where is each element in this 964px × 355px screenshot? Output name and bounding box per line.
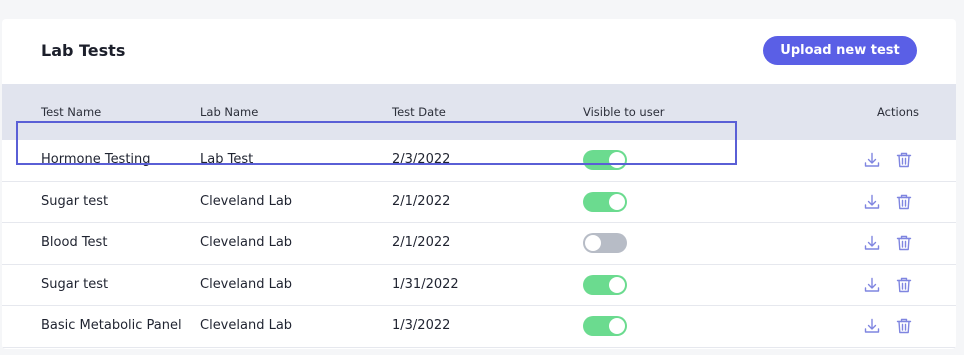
test-name-cell: Blood Test bbox=[41, 235, 108, 250]
table-header: Test Name Lab Name Test Date Visible to … bbox=[2, 84, 956, 140]
toggle-knob bbox=[609, 152, 625, 168]
lab-name-cell: Cleveland Lab bbox=[200, 318, 293, 333]
lab-tests-card: Lab Tests Upload new test Test Name Lab … bbox=[2, 19, 956, 349]
table-row[interactable]: Sugar test Cleveland Lab 1/31/2022 bbox=[2, 265, 956, 306]
test-date-cell: 2/1/2022 bbox=[392, 235, 451, 250]
page-title: Lab Tests bbox=[41, 41, 126, 60]
trash-icon[interactable] bbox=[895, 151, 913, 169]
test-date-cell: 1/31/2022 bbox=[392, 276, 459, 292]
visible-toggle[interactable] bbox=[583, 316, 627, 336]
toggle-knob bbox=[609, 193, 625, 210]
lab-name-cell: Cleveland Lab bbox=[200, 193, 293, 209]
column-header-lab-name: Lab Name bbox=[200, 105, 259, 119]
column-header-visible: Visible to user bbox=[583, 105, 665, 119]
download-icon[interactable] bbox=[863, 193, 881, 211]
test-name-cell: Basic Metabolic Panel bbox=[41, 318, 182, 333]
upload-new-test-button[interactable]: Upload new test bbox=[763, 36, 917, 65]
column-header-test-date: Test Date bbox=[392, 105, 446, 119]
test-date-cell: 2/3/2022 bbox=[392, 152, 451, 167]
column-header-test-name: Test Name bbox=[41, 105, 102, 119]
test-date-cell: 1/3/2022 bbox=[392, 318, 451, 333]
toggle-knob bbox=[585, 235, 601, 251]
table-row[interactable]: Blood Test Cleveland Lab 2/1/2022 bbox=[2, 223, 956, 265]
table-row[interactable]: Hormone Testing Lab Test 2/3/2022 bbox=[2, 140, 956, 182]
test-name-cell: Sugar test bbox=[41, 193, 109, 209]
test-name-cell: Sugar test bbox=[41, 276, 109, 292]
download-icon[interactable] bbox=[863, 317, 881, 335]
lab-name-cell: Cleveland Lab bbox=[200, 235, 293, 250]
visible-toggle[interactable] bbox=[583, 274, 627, 295]
trash-icon[interactable] bbox=[895, 276, 913, 294]
test-name-cell: Hormone Testing bbox=[41, 152, 151, 167]
card-header: Lab Tests Upload new test bbox=[2, 19, 956, 84]
visible-toggle[interactable] bbox=[583, 191, 627, 212]
download-icon[interactable] bbox=[863, 151, 881, 169]
lab-name-cell: Lab Test bbox=[200, 152, 254, 167]
toggle-knob bbox=[609, 318, 625, 334]
trash-icon[interactable] bbox=[895, 193, 913, 211]
trash-icon[interactable] bbox=[895, 317, 913, 335]
trash-icon[interactable] bbox=[895, 234, 913, 252]
download-icon[interactable] bbox=[863, 234, 881, 252]
visible-toggle[interactable] bbox=[583, 233, 627, 253]
test-date-cell: 2/1/2022 bbox=[392, 193, 451, 209]
lab-name-cell: Cleveland Lab bbox=[200, 276, 293, 292]
toggle-knob bbox=[609, 276, 625, 293]
column-header-actions: Actions bbox=[877, 105, 920, 119]
table-row[interactable]: Sugar test Cleveland Lab 2/1/2022 bbox=[2, 182, 956, 223]
download-icon[interactable] bbox=[863, 276, 881, 294]
table-row[interactable]: Basic Metabolic Panel Cleveland Lab 1/3/… bbox=[2, 306, 956, 348]
visible-toggle[interactable] bbox=[583, 150, 627, 170]
